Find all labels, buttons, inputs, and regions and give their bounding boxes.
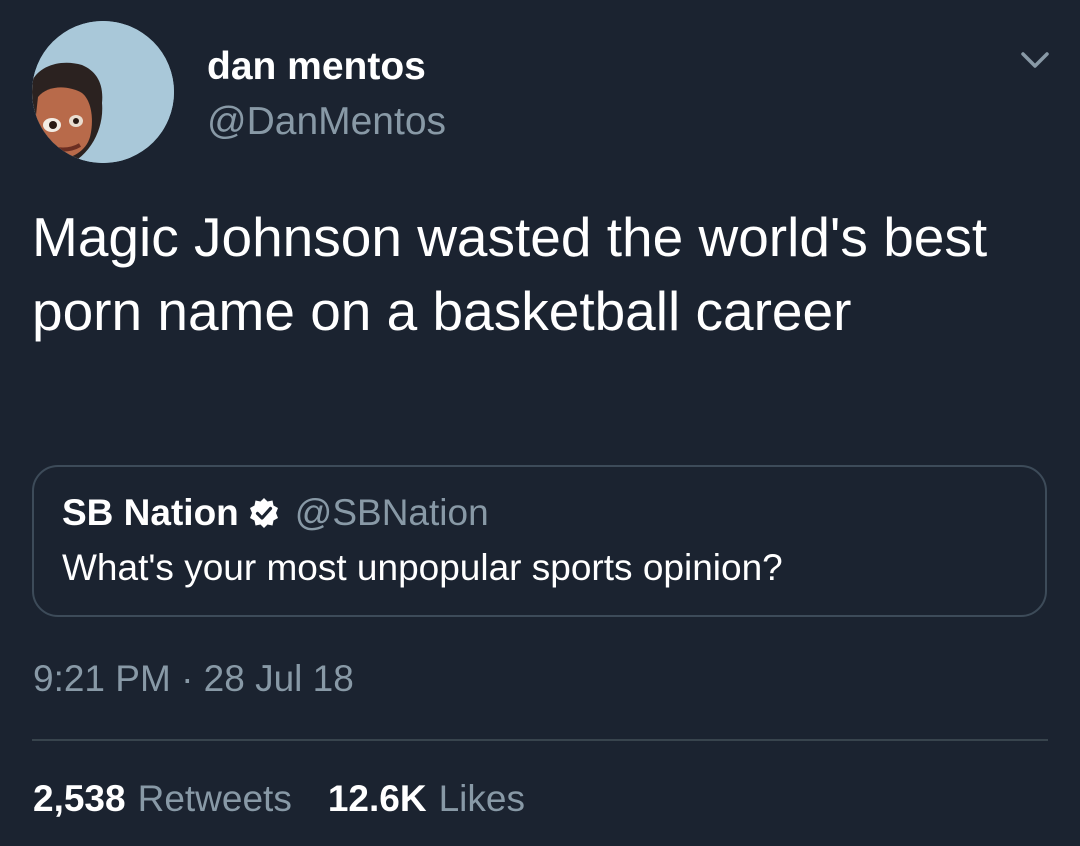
avatar[interactable]: [32, 21, 174, 163]
likes-stat[interactable]: 12.6K Likes: [328, 776, 525, 822]
retweets-label: Retweets: [137, 778, 292, 819]
verified-badge-icon: [247, 496, 281, 530]
author-display-name[interactable]: dan mentos: [207, 44, 426, 90]
quoted-tweet-card[interactable]: SB Nation @SBNation What's your most unp…: [32, 465, 1047, 617]
tweet-detail: dan mentos @DanMentos Magic Johnson wast…: [0, 0, 1080, 846]
retweets-count: 2,538: [33, 778, 126, 819]
quoted-tweet-text: What's your most unpopular sports opinio…: [62, 547, 783, 588]
likes-count: 12.6K: [327, 778, 427, 819]
quoted-author-name: SB Nation: [62, 492, 239, 533]
tweet-text: Magic Johnson wasted the world's best po…: [32, 206, 988, 342]
quoted-tweet-header: SB Nation @SBNation: [62, 490, 489, 536]
likes-label: Likes: [438, 778, 525, 819]
quoted-author-handle: @SBNation: [294, 492, 489, 533]
chevron-down-icon[interactable]: [1018, 48, 1052, 74]
tweet-timestamp: 9:21 PM · 28 Jul 18: [33, 658, 354, 699]
divider: [32, 739, 1048, 741]
tweet-stats: 2,538 Retweets 12.6K Likes: [33, 776, 525, 822]
author-handle[interactable]: @DanMentos: [207, 99, 446, 145]
retweets-stat[interactable]: 2,538 Retweets: [33, 776, 292, 822]
avatar-image: [32, 21, 174, 163]
